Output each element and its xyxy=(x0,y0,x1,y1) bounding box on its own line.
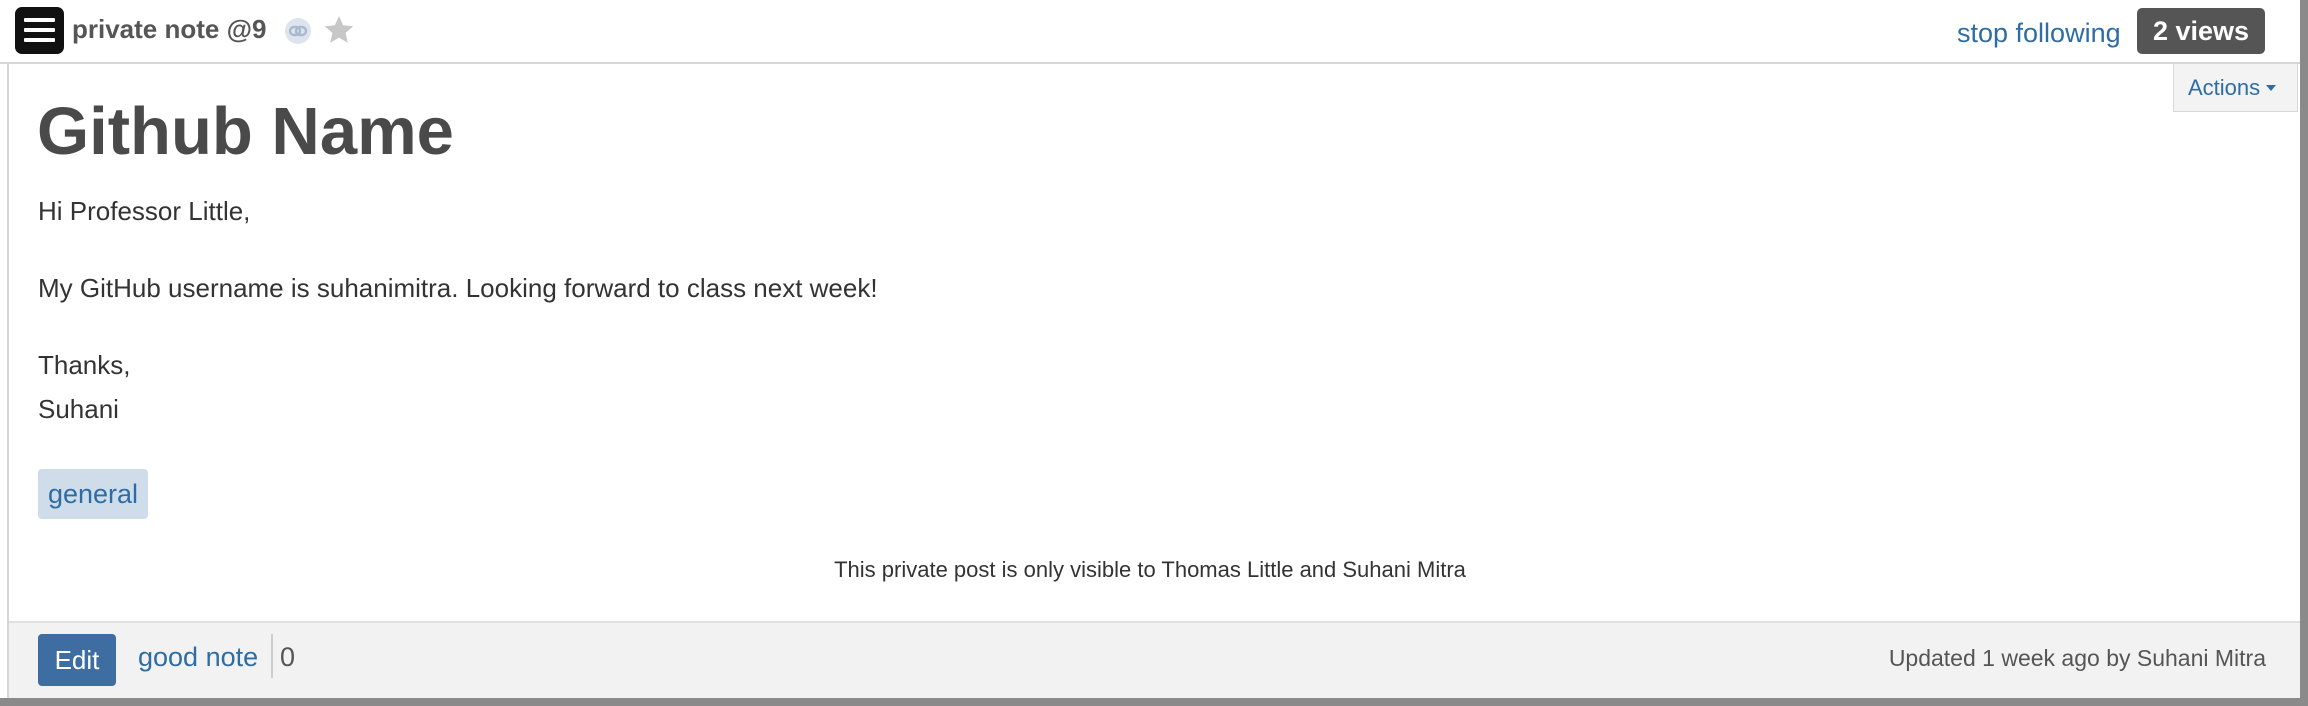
link-icon[interactable] xyxy=(283,16,313,46)
divider xyxy=(271,634,273,678)
note-header: private note @9 stop following 2 views xyxy=(0,0,2300,64)
note-view: private note @9 stop following 2 views A… xyxy=(0,0,2308,706)
post-body-line: Suhani xyxy=(38,394,119,424)
note-title: private note @9 xyxy=(72,14,267,44)
window-edge xyxy=(0,698,2308,706)
folder-tag-general[interactable]: general xyxy=(38,469,148,519)
post-body-line: My GitHub username is suhanimitra. Looki… xyxy=(38,273,878,303)
edit-button[interactable]: Edit xyxy=(38,634,116,686)
updated-info: Updated 1 week ago by Suhani Mitra xyxy=(1888,645,2266,671)
actions-dropdown[interactable]: Actions xyxy=(2173,64,2298,112)
good-note-button[interactable]: good note xyxy=(138,642,258,673)
stop-following-link[interactable]: stop following xyxy=(1957,18,2121,49)
good-note-count: 0 xyxy=(280,642,296,672)
post-body-line: Thanks, xyxy=(38,350,131,380)
hamburger-menu-icon[interactable] xyxy=(15,7,64,54)
caret-down-icon xyxy=(2266,85,2277,91)
actions-label: Actions xyxy=(2188,75,2261,100)
post-title: Github Name xyxy=(37,94,454,169)
post-body-line: Hi Professor Little, xyxy=(38,196,251,226)
window-edge xyxy=(2300,0,2308,706)
star-icon[interactable] xyxy=(322,13,356,47)
views-badge: 2 views xyxy=(2137,8,2265,54)
visibility-note: This private post is only visible to Tho… xyxy=(834,557,1466,582)
